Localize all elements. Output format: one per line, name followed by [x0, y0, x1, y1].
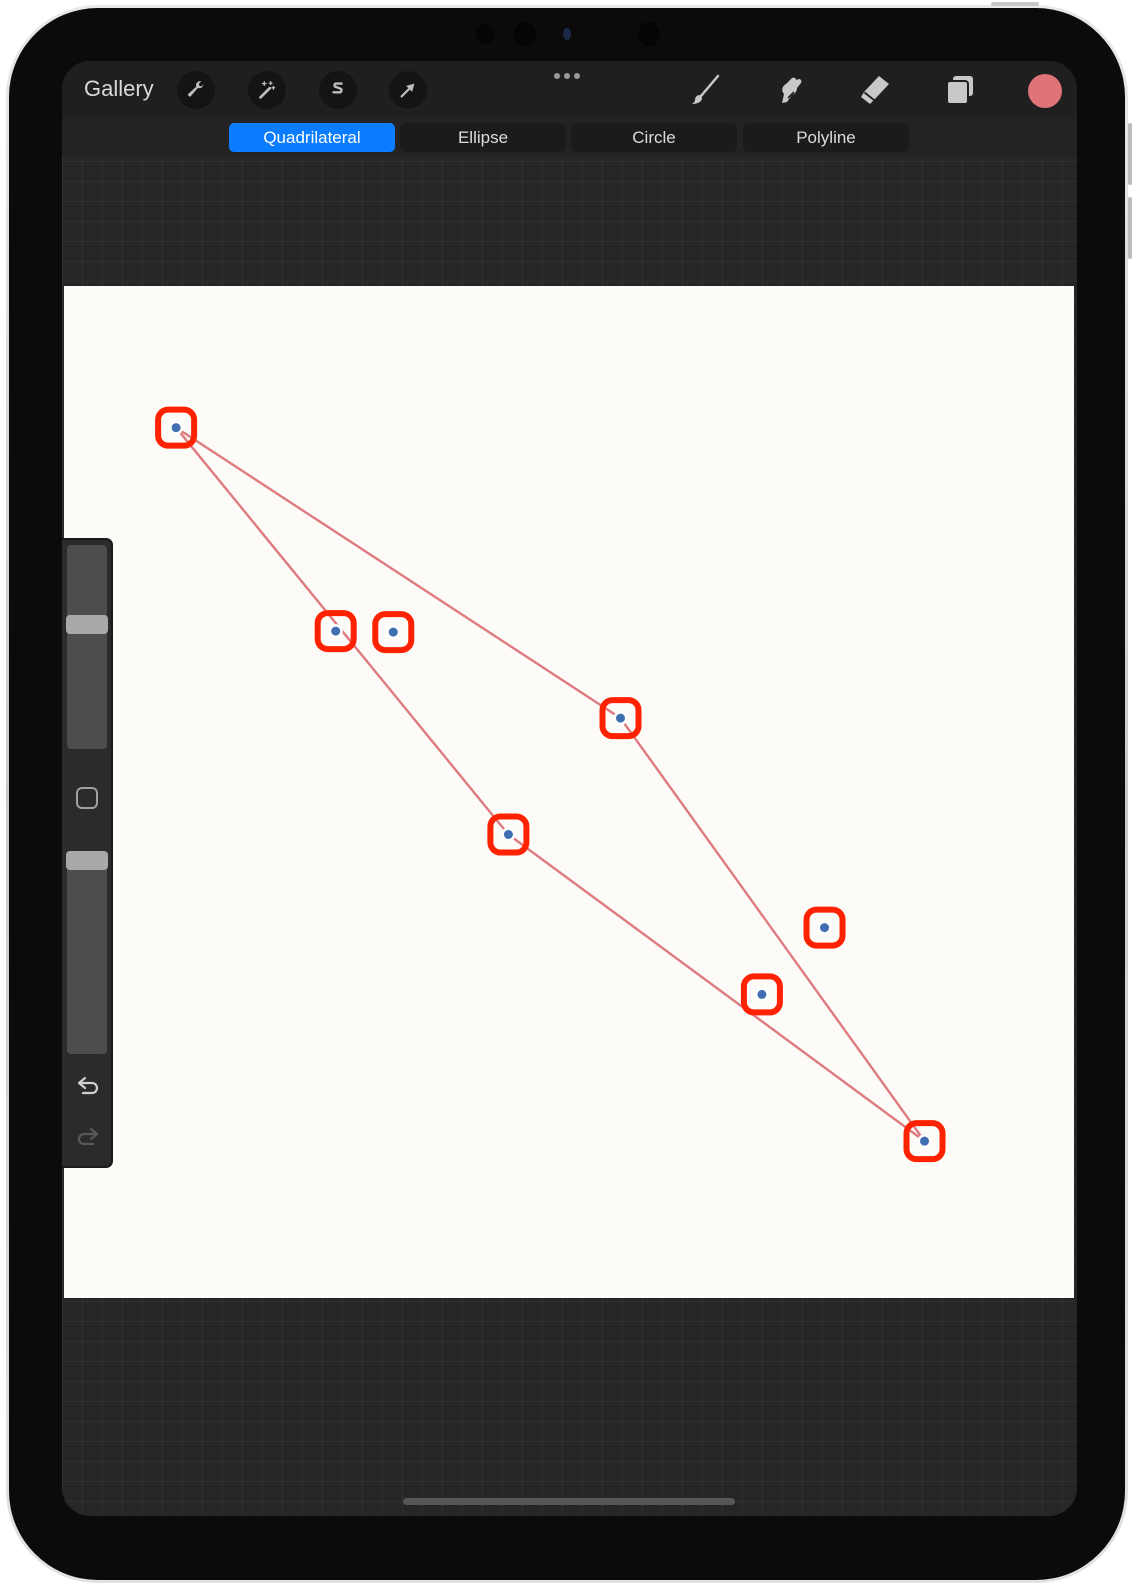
undo-button[interactable] — [75, 1074, 101, 1096]
camera-sensor — [638, 22, 660, 46]
volume-down-button — [1128, 197, 1132, 259]
undo-icon — [77, 1076, 99, 1095]
sidebar — [62, 538, 113, 1168]
node-dot[interactable] — [616, 713, 626, 723]
layers-button[interactable] — [942, 72, 978, 108]
dot — [574, 73, 580, 79]
node-dot[interactable] — [388, 627, 398, 637]
dot — [554, 73, 560, 79]
dot — [564, 73, 570, 79]
node-dot[interactable] — [920, 1136, 930, 1146]
brush-icon — [692, 74, 720, 104]
magic-wand-icon — [259, 81, 276, 99]
shape-type-bar: Quadrilateral Ellipse Circle Polyline — [62, 118, 1077, 156]
brush-button[interactable] — [687, 72, 723, 108]
tab-circle[interactable]: Circle — [571, 123, 737, 152]
quadrilateral-outline — [175, 426, 926, 1143]
tab-polyline[interactable]: Polyline — [743, 123, 909, 152]
top-button — [991, 2, 1039, 6]
layers-icon — [946, 76, 973, 105]
smudge-button[interactable] — [772, 72, 808, 108]
shape-node[interactable] — [599, 697, 642, 740]
opacity-slider[interactable] — [67, 851, 107, 1054]
more-dots-icon[interactable] — [554, 73, 580, 79]
shape-node[interactable] — [487, 813, 530, 856]
wrench-icon — [188, 81, 204, 97]
shape-layer — [155, 406, 946, 1163]
adjustments-button[interactable] — [248, 71, 286, 109]
camera-sensor — [514, 22, 536, 46]
bezel: Gallery Quadrilateral Ellipse Circle Pol… — [9, 8, 1125, 1580]
drawing-canvas[interactable] — [64, 286, 1074, 1298]
gallery-button[interactable]: Gallery — [84, 76, 154, 102]
shape-node[interactable] — [903, 1120, 946, 1163]
square-modify-icon[interactable] — [76, 787, 98, 809]
brush-size-slider-thumb[interactable] — [66, 615, 108, 635]
tab-ellipse[interactable]: Ellipse — [400, 123, 566, 152]
tab-quadrilateral[interactable]: Quadrilateral — [229, 123, 395, 152]
actions-button[interactable] — [177, 71, 215, 109]
selection-s-icon — [332, 82, 343, 94]
eraser-button[interactable] — [857, 72, 893, 108]
home-indicator[interactable] — [403, 1498, 735, 1505]
volume-up-button — [1128, 123, 1132, 185]
shape-node[interactable] — [803, 906, 846, 949]
brush-size-slider[interactable] — [67, 545, 107, 749]
shape-node[interactable] — [740, 973, 783, 1016]
smudge-finger-icon — [782, 77, 802, 103]
node-dot[interactable] — [757, 989, 767, 999]
redo-icon — [77, 1127, 99, 1146]
transform-button[interactable] — [389, 71, 427, 109]
arrow-cursor-icon — [400, 83, 415, 98]
color-picker-button[interactable] — [1028, 74, 1062, 108]
ipad-device-frame: Gallery Quadrilateral Ellipse Circle Pol… — [6, 2, 1132, 1583]
opacity-slider-thumb[interactable] — [66, 851, 108, 870]
node-dot[interactable] — [331, 626, 341, 636]
camera-sensor — [476, 24, 494, 44]
shape-node[interactable] — [155, 406, 198, 449]
shape-node[interactable] — [314, 610, 357, 653]
selection-button[interactable] — [319, 71, 357, 109]
app-screen: Gallery Quadrilateral Ellipse Circle Pol… — [62, 61, 1077, 1516]
front-camera — [563, 28, 571, 40]
redo-button[interactable] — [75, 1125, 101, 1147]
node-dot[interactable] — [171, 423, 181, 433]
shape-node[interactable] — [372, 611, 415, 654]
node-dot[interactable] — [503, 830, 513, 840]
top-toolbar: Gallery — [62, 61, 1077, 118]
eraser-icon — [861, 76, 889, 104]
node-dot[interactable] — [820, 923, 830, 933]
